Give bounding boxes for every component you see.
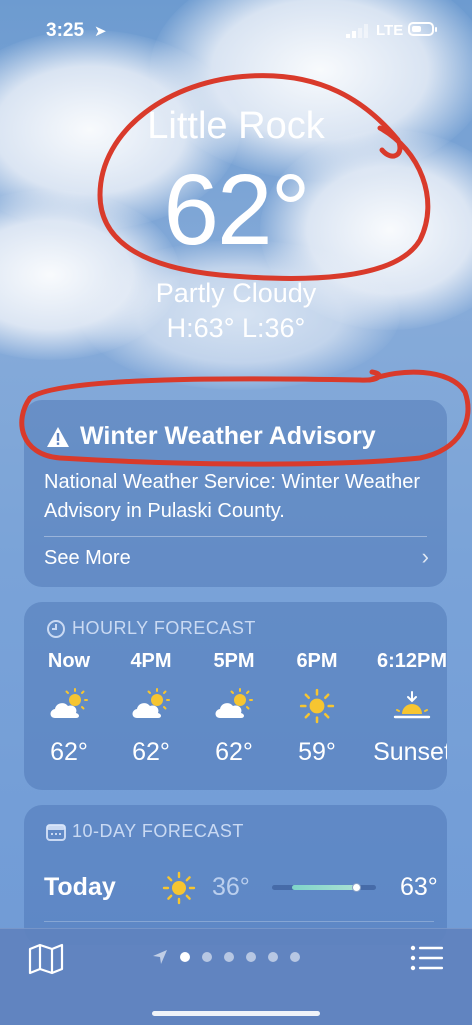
hourly-time: 6PM bbox=[296, 650, 338, 672]
page-dot[interactable] bbox=[224, 952, 234, 962]
hourly-time: 6:12PM bbox=[376, 650, 447, 672]
calendar-icon bbox=[46, 823, 66, 841]
divider bbox=[44, 921, 434, 922]
partly-cloudy-icon bbox=[111, 678, 191, 734]
ten-day-header-label: 10-DAY FORECAST bbox=[72, 821, 244, 841]
page-dot[interactable] bbox=[246, 952, 256, 962]
page-indicator[interactable] bbox=[152, 949, 300, 965]
ten-day-forecast-card[interactable]: 10-DAY FORECAST Today 36° 63° bbox=[24, 805, 447, 945]
location-arrow-icon[interactable] bbox=[152, 949, 168, 965]
forecast-high: 63° bbox=[400, 873, 438, 901]
home-indicator[interactable] bbox=[152, 1011, 320, 1016]
hourly-header: HOURLY FORECAST bbox=[46, 618, 256, 639]
hourly-time: Now bbox=[47, 650, 91, 672]
chevron-right-icon[interactable]: › bbox=[422, 544, 429, 570]
clock-icon bbox=[47, 619, 65, 638]
hourly-forecast-card[interactable]: HOURLY FORECAST Now 62° 4PM 62° 5PM 62° 6PM 59°… bbox=[24, 602, 447, 790]
hourly-item[interactable]: 6:12PM Sunset bbox=[372, 650, 447, 767]
location-arrow-icon: ➤ bbox=[94, 23, 107, 40]
list-icon[interactable] bbox=[410, 945, 444, 971]
divider bbox=[44, 536, 427, 537]
partly-cloudy-icon bbox=[29, 678, 109, 734]
sun-icon bbox=[277, 678, 357, 734]
hourly-temp: 62° bbox=[132, 738, 170, 766]
advisory-title-row: Winter Weather Advisory bbox=[46, 422, 376, 451]
see-more-link[interactable]: See More bbox=[44, 547, 131, 570]
network-label: LTE bbox=[376, 22, 404, 39]
current-temperature: 62° bbox=[163, 154, 310, 266]
hourly-temp: 62° bbox=[50, 738, 88, 766]
bottom-toolbar bbox=[0, 928, 472, 1025]
status-bar: 3:25 ➤ LTE bbox=[0, 0, 472, 60]
advisory-title: Winter Weather Advisory bbox=[80, 422, 376, 450]
hourly-temp: 62° bbox=[215, 738, 253, 766]
page-dot[interactable] bbox=[202, 952, 212, 962]
hourly-time: 4PM bbox=[130, 650, 172, 672]
advisory-description: National Weather Service: Winter Weather… bbox=[44, 471, 421, 522]
weather-condition: Partly Cloudy bbox=[155, 278, 317, 308]
sunset-icon bbox=[372, 678, 447, 734]
hourly-header-label: HOURLY FORECAST bbox=[72, 618, 256, 638]
hourly-item[interactable]: Now 62° bbox=[29, 650, 109, 767]
hourly-item[interactable]: 6PM 59° bbox=[277, 650, 357, 767]
sun-icon bbox=[162, 871, 196, 910]
hourly-temp: Sunset bbox=[373, 738, 447, 766]
page-dot[interactable] bbox=[180, 952, 190, 962]
temperature-range-bar bbox=[272, 883, 376, 892]
high-low-temperature: H:63° L:36° bbox=[166, 313, 306, 343]
map-icon[interactable] bbox=[28, 943, 64, 975]
page-dot[interactable] bbox=[290, 952, 300, 962]
forecast-row-today[interactable]: Today 36° 63° bbox=[44, 871, 438, 922]
advisory-card[interactable]: Winter Weather Advisory National Weather… bbox=[24, 400, 447, 587]
forecast-low: 36° bbox=[212, 873, 250, 901]
forecast-day: Today bbox=[44, 873, 116, 901]
ten-day-header: 10-DAY FORECAST bbox=[46, 821, 244, 842]
partly-cloudy-icon bbox=[194, 678, 274, 734]
battery-icon bbox=[408, 22, 437, 36]
hourly-item[interactable]: 4PM 62° bbox=[111, 650, 191, 767]
status-time: 3:25 bbox=[46, 20, 85, 41]
city-name: Little Rock bbox=[147, 105, 325, 147]
signal-icon bbox=[346, 24, 368, 38]
current-temp-marker bbox=[352, 883, 361, 892]
temperature-range-fill bbox=[292, 885, 356, 890]
hourly-temp: 59° bbox=[298, 738, 336, 766]
page-dot[interactable] bbox=[268, 952, 278, 962]
warning-icon bbox=[47, 426, 69, 447]
hourly-time: 5PM bbox=[213, 650, 255, 672]
hourly-item[interactable]: 5PM 62° bbox=[194, 650, 274, 767]
